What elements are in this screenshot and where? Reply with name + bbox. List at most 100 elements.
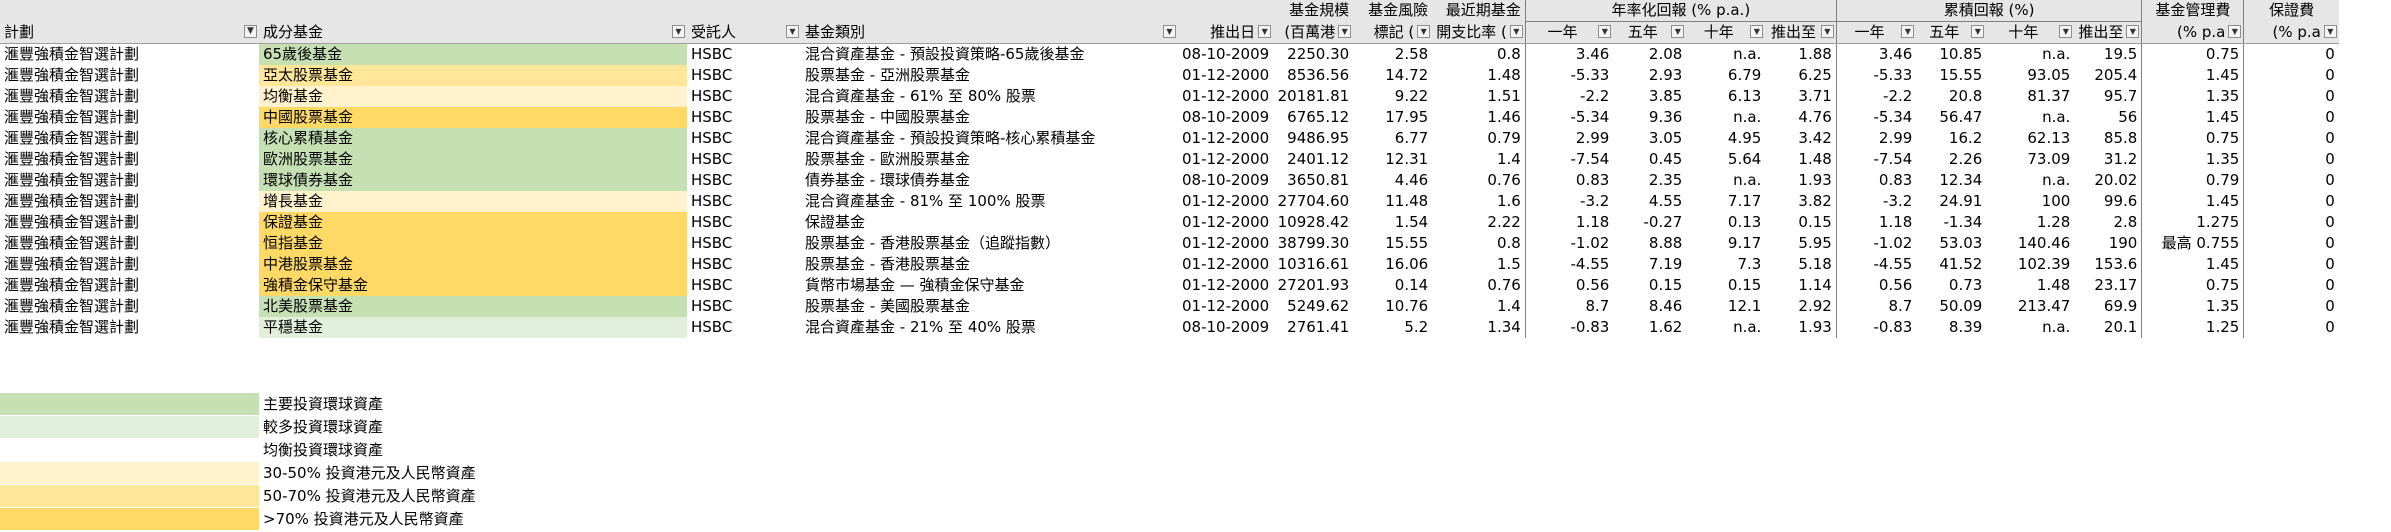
cell-fund-size[interactable]: 27201.93 [1273,275,1353,296]
legend-swatch[interactable] [0,438,259,461]
cell-fund[interactable]: 歐洲股票基金 [259,149,687,170]
cell-fund-size[interactable]: 5249.62 [1273,296,1353,317]
cell-category[interactable]: 混合資產基金 - 81% 至 100% 股票 [801,191,1178,212]
cell-guarantee-fee[interactable]: 0 [2243,107,2339,128]
cell-ann-since[interactable]: 5.18 [1765,254,1836,275]
cell-fund-size[interactable]: 10316.61 [1273,254,1353,275]
cell-cum-10y[interactable]: 1.48 [1986,275,2074,296]
cell-fund[interactable]: 北美股票基金 [259,296,687,317]
cell-cum-10y[interactable]: 93.05 [1986,65,2074,86]
cell-trustee[interactable]: HSBC [687,149,801,170]
cell-ann-since[interactable]: 1.48 [1765,149,1836,170]
cell-ann-5y[interactable]: 7.19 [1613,254,1686,275]
cell-launch-date[interactable]: 01-12-2000 [1178,86,1273,107]
cell-ann-5y[interactable]: 3.05 [1613,128,1686,149]
cell-ann-since[interactable]: 1.93 [1765,170,1836,191]
cell-category[interactable]: 混合資產基金 - 預設投資策略-核心累積基金 [801,128,1178,149]
cell-risk[interactable]: 16.06 [1353,254,1432,275]
legend-swatch[interactable] [0,507,259,530]
cell-risk[interactable]: 17.95 [1353,107,1432,128]
cell-fund-size[interactable]: 2401.12 [1273,149,1353,170]
cell-cum-1y[interactable]: 8.7 [1835,296,1917,317]
cell-mgmt-fee[interactable]: 0.75 [2142,44,2244,66]
cell-category[interactable]: 混合資產基金 - 21% 至 40% 股票 [801,317,1178,338]
cell-ann-since[interactable]: 6.25 [1765,65,1836,86]
cell-cum-10y[interactable]: 140.46 [1986,233,2074,254]
cell-mgmt-fee[interactable]: 1.45 [2142,254,2244,275]
cell-scheme[interactable]: 滙豐強積金智選計劃 [0,149,259,170]
cell-risk[interactable]: 11.48 [1353,191,1432,212]
cell-risk[interactable]: 12.31 [1353,149,1432,170]
filter-dropdown-icon[interactable]: ▼ [2323,24,2337,38]
cell-cum-10y[interactable]: 73.09 [1986,149,2074,170]
filter-dropdown-icon[interactable]: ▼ [1901,25,1915,38]
cell-guarantee-fee[interactable]: 0 [2243,128,2339,149]
cell-cum-5y[interactable]: 53.03 [1916,233,1986,254]
cell-cum-5y[interactable]: 12.34 [1916,170,1986,191]
cell-ann-5y[interactable]: 8.46 [1613,296,1686,317]
cell-ann-since[interactable]: 1.93 [1765,317,1836,338]
cell-cum-1y[interactable]: 0.56 [1835,275,1917,296]
cell-ann-5y[interactable]: 8.88 [1613,233,1686,254]
cell-fund-size[interactable]: 6765.12 [1273,107,1353,128]
cell-cum-1y[interactable]: -2.2 [1835,86,1917,107]
cell-cum-1y[interactable]: 1.18 [1835,212,1917,233]
cell-cum-5y[interactable]: 2.26 [1916,149,1986,170]
cell-fund-size[interactable]: 8536.56 [1273,65,1353,86]
filter-dropdown-icon[interactable]: ▼ [1258,24,1272,38]
cell-fund-size[interactable]: 10928.42 [1273,212,1353,233]
cell-expense-ratio[interactable]: 0.76 [1432,275,1525,296]
cell-expense-ratio[interactable]: 1.6 [1432,191,1525,212]
cell-scheme[interactable]: 滙豐強積金智選計劃 [0,233,259,254]
cell-cum-5y[interactable]: 0.73 [1916,275,1986,296]
cell-cum-10y[interactable]: n.a. [1986,107,2074,128]
legend-swatch[interactable] [0,461,259,484]
cell-mgmt-fee[interactable]: 1.45 [2142,191,2244,212]
cell-fund[interactable]: 核心累積基金 [259,128,687,149]
cell-ann-since[interactable]: 1.14 [1765,275,1836,296]
cell-mgmt-fee[interactable]: 1.25 [2142,317,2244,338]
cell-category[interactable]: 股票基金 - 香港股票基金 [801,254,1178,275]
cell-fund-size[interactable]: 3650.81 [1273,170,1353,191]
cell-mgmt-fee[interactable]: 最高 0.755 [2142,233,2244,254]
cell-category[interactable]: 股票基金 - 香港股票基金（追蹤指數） [801,233,1178,254]
cell-scheme[interactable]: 滙豐強積金智選計劃 [0,107,259,128]
cell-ann-5y[interactable]: 0.45 [1613,149,1686,170]
cell-ann-since[interactable]: 2.92 [1765,296,1836,317]
filter-dropdown-icon[interactable]: ▼ [1417,24,1431,38]
cell-cum-since[interactable]: 205.4 [2074,65,2143,86]
cell-mgmt-fee[interactable]: 1.35 [2142,149,2244,170]
cell-cum-10y[interactable]: 81.37 [1986,86,2074,107]
cell-ann-1y[interactable]: 3.46 [1524,43,1614,65]
cell-category[interactable]: 股票基金 - 美國股票基金 [801,296,1178,317]
cell-guarantee-fee[interactable]: 0 [2243,212,2339,233]
cell-ann-5y[interactable]: 9.36 [1613,107,1686,128]
cell-cum-1y[interactable]: -1.02 [1835,233,1917,254]
cell-cum-since[interactable]: 56 [2074,107,2143,128]
cell-cum-since[interactable]: 153.6 [2074,254,2143,275]
cell-cum-since[interactable]: 20.02 [2074,170,2143,191]
cell-scheme[interactable]: 滙豐強積金智選計劃 [0,128,259,149]
filter-dropdown-icon[interactable]: ▼ [1671,25,1685,38]
cell-expense-ratio[interactable]: 0.79 [1432,128,1525,149]
cell-fund-size[interactable]: 2250.30 [1273,44,1353,66]
cell-ann-5y[interactable]: 2.35 [1613,170,1686,191]
filter-dropdown-icon[interactable]: ▼ [1338,24,1352,38]
cell-guarantee-fee[interactable]: 0 [2243,86,2339,107]
cell-mgmt-fee[interactable]: 0.79 [2142,170,2244,191]
cell-risk[interactable]: 1.54 [1353,212,1432,233]
cell-expense-ratio[interactable]: 1.48 [1432,65,1525,86]
cell-scheme[interactable]: 滙豐強積金智選計劃 [0,254,259,275]
cell-cum-10y[interactable]: n.a. [1986,317,2074,338]
cell-ann-since[interactable]: 3.42 [1765,128,1836,149]
cell-ann-since[interactable]: 3.82 [1765,191,1836,212]
cell-cum-since[interactable]: 69.9 [2074,296,2143,317]
cell-ann-10y[interactable]: 4.95 [1686,128,1765,149]
cell-launch-date[interactable]: 01-12-2000 [1178,233,1273,254]
cell-ann-10y[interactable]: 6.79 [1686,65,1765,86]
cell-trustee[interactable]: HSBC [687,170,801,191]
cell-mgmt-fee[interactable]: 0.75 [2142,128,2244,149]
cell-expense-ratio[interactable]: 1.51 [1432,86,1525,107]
cell-ann-10y[interactable]: 9.17 [1686,233,1765,254]
cell-fund[interactable]: 恒指基金 [259,233,687,254]
